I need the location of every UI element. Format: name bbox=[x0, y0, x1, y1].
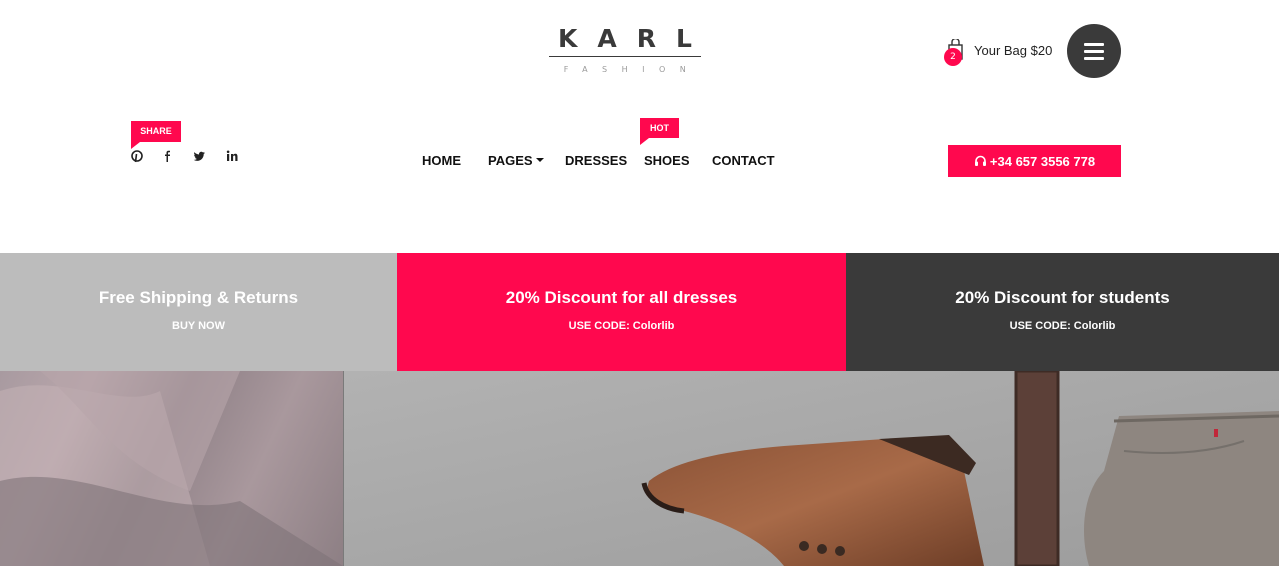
promo-free-shipping[interactable]: Free Shipping & Returns BUY NOW bbox=[0, 253, 397, 371]
nav-home[interactable]: HOME bbox=[422, 153, 461, 168]
caret-down-icon bbox=[535, 158, 544, 162]
hamburger-icon bbox=[1084, 43, 1104, 46]
nav-pages[interactable]: PAGES bbox=[488, 153, 544, 168]
phone-number: +34 657 3556 778 bbox=[989, 153, 1096, 169]
promo-title: 20% Discount for students bbox=[955, 288, 1170, 307]
nav-dresses[interactable]: DRESSES bbox=[565, 153, 627, 168]
logo-main-text: KARL bbox=[558, 24, 712, 53]
logo-sub-text: FASHION bbox=[563, 65, 701, 74]
promo-dresses-discount[interactable]: 20% Discount for all dresses USE CODE: C… bbox=[397, 253, 846, 371]
hot-tag: HOT bbox=[640, 118, 679, 145]
promo-subtitle: BUY NOW bbox=[172, 320, 225, 332]
promo-students-discount[interactable]: 20% Discount for students USE CODE: Colo… bbox=[846, 253, 1279, 371]
phone-button[interactable]: +34 657 3556 778 bbox=[948, 145, 1121, 177]
promo-subtitle: USE CODE: Colorlib bbox=[1009, 320, 1116, 332]
facebook-icon[interactable] bbox=[160, 148, 174, 164]
nav-contact[interactable]: CONTACT bbox=[712, 153, 775, 168]
twitter-icon[interactable] bbox=[192, 148, 206, 164]
hamburger-menu-button[interactable] bbox=[1067, 24, 1121, 78]
share-tag: SHARE bbox=[131, 121, 181, 149]
nav-shoes[interactable]: SHOES bbox=[644, 153, 690, 168]
promo-title: 20% Discount for all dresses bbox=[505, 288, 738, 307]
promo-subtitle: USE CODE: Colorlib bbox=[568, 320, 675, 332]
nav-pages-label: PAGES bbox=[488, 153, 533, 168]
headset-icon bbox=[974, 155, 986, 166]
hero-image-left bbox=[0, 371, 343, 566]
hero-image-right bbox=[344, 371, 1279, 566]
linkedin-icon[interactable] bbox=[225, 148, 239, 164]
site-logo[interactable]: KARL FASHION bbox=[549, 25, 701, 75]
cart-count-badge: 2 bbox=[944, 48, 962, 66]
hamburger-icon-bar bbox=[1084, 57, 1104, 60]
hamburger-icon-bar bbox=[1084, 50, 1104, 53]
pinterest-icon[interactable] bbox=[130, 148, 144, 164]
cart-label[interactable]: Your Bag $20 bbox=[974, 43, 1052, 58]
logo-divider bbox=[549, 56, 701, 57]
promo-title: Free Shipping & Returns bbox=[98, 288, 299, 307]
